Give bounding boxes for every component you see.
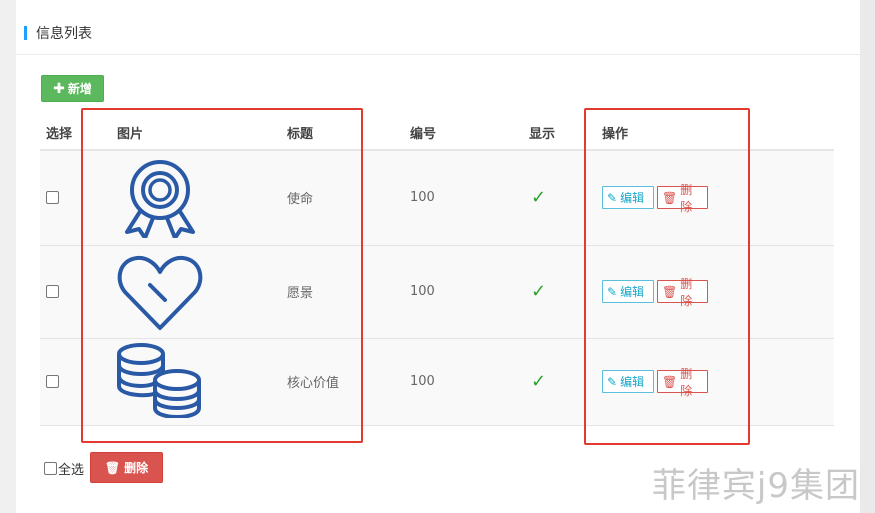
table-row: 使命 100 ✓ ✎ 编辑 🗑 删除	[40, 150, 834, 246]
bulk-delete-button[interactable]: 🗑 删除	[90, 452, 163, 483]
coins-stack-icon	[115, 342, 205, 422]
col-header-ops: 操作	[602, 116, 834, 151]
check-icon: ✓	[531, 371, 547, 392]
delete-button-label: 删除	[680, 366, 693, 398]
row-number: 100	[410, 338, 529, 426]
delete-button[interactable]: 🗑 删除	[657, 277, 708, 308]
row-show-check: ✓	[529, 338, 602, 426]
bulk-delete-label: 删除	[124, 461, 149, 475]
row-ops-cell: ✎ 编辑 🗑 删除	[602, 245, 834, 339]
col-header-number: 编号	[410, 116, 529, 151]
check-icon: ✓	[531, 281, 547, 302]
row-ops-cell: ✎ 编辑 🗑 删除	[602, 338, 834, 426]
delete-button-label: 删除	[680, 182, 693, 214]
row-show-check: ✓	[529, 245, 602, 339]
row-checkbox[interactable]	[46, 375, 59, 388]
plus-icon: ✚	[53, 80, 65, 97]
edit-button-label: 编辑	[620, 191, 645, 206]
row-select-cell	[40, 245, 110, 339]
row-checkbox[interactable]	[46, 191, 59, 205]
trash-icon: 🗑	[662, 374, 678, 389]
col-header-image-label: 图片	[117, 127, 144, 142]
row-select-cell	[40, 338, 110, 426]
watermark-text: 菲律宾j9集团	[651, 466, 860, 506]
row-number: 100	[410, 150, 529, 246]
pencil-icon: ✎	[607, 374, 618, 389]
row-title: 使命	[287, 150, 410, 246]
check-icon: ✓	[531, 187, 547, 209]
col-header-image: 图片	[110, 116, 287, 151]
trash-icon: 🗑	[104, 460, 121, 475]
delete-button[interactable]: 🗑 删除	[657, 367, 708, 398]
heart-icon	[115, 252, 205, 332]
row-ops-cell: ✎ 编辑 🗑 删除	[602, 150, 834, 246]
col-header-select: 选择	[40, 116, 110, 151]
delete-button-label: 删除	[680, 276, 693, 308]
edit-button[interactable]: ✎ 编辑	[602, 186, 654, 210]
row-number: 100	[410, 245, 529, 339]
trash-icon: 🗑	[662, 190, 678, 205]
select-all[interactable]: 全选	[44, 459, 84, 478]
select-all-label: 全选	[58, 463, 85, 478]
page-title: 信息列表	[36, 26, 92, 42]
row-select-cell	[40, 150, 110, 246]
content-panel: 信息列表 ✚ 新增 选择 图片 标题 编号 显示 操作 使命 100 ✓ ✎ 编…	[16, 0, 860, 513]
edit-button[interactable]: ✎ 编辑	[602, 280, 654, 303]
right-scroll-gutter	[860, 0, 875, 513]
delete-button[interactable]: 🗑 删除	[657, 183, 708, 214]
row-show-check: ✓	[529, 150, 602, 246]
row-checkbox[interactable]	[46, 285, 59, 298]
table-header-row: 选择 图片 标题 编号 显示 操作	[40, 116, 834, 151]
table-row: 核心价值 100 ✓ ✎ 编辑 🗑 删除	[40, 338, 834, 426]
select-all-checkbox[interactable]	[44, 462, 57, 475]
row-image-cell	[110, 245, 287, 339]
pencil-icon: ✎	[607, 190, 618, 205]
row-image-cell	[110, 338, 287, 426]
edit-button-label: 编辑	[620, 375, 645, 389]
panel-header: 信息列表	[16, 0, 860, 55]
row-title: 愿景	[287, 245, 410, 339]
award-ribbon-icon	[115, 158, 205, 240]
info-table: 选择 图片 标题 编号 显示 操作 使命 100 ✓ ✎ 编辑 🗑 删除 愿景 …	[40, 116, 834, 426]
col-header-show: 显示	[529, 116, 602, 151]
edit-button[interactable]: ✎ 编辑	[602, 370, 654, 393]
row-title: 核心价值	[287, 338, 410, 426]
edit-button-label: 编辑	[620, 285, 645, 299]
add-button-label: 新增	[67, 82, 92, 96]
row-image-cell	[110, 150, 287, 246]
trash-icon: 🗑	[662, 284, 678, 299]
col-header-title: 标题	[287, 116, 410, 151]
header-accent-bar	[24, 26, 27, 40]
table-row: 愿景 100 ✓ ✎ 编辑 🗑 删除	[40, 245, 834, 339]
add-button[interactable]: ✚ 新增	[41, 75, 104, 102]
pencil-icon: ✎	[607, 284, 618, 299]
